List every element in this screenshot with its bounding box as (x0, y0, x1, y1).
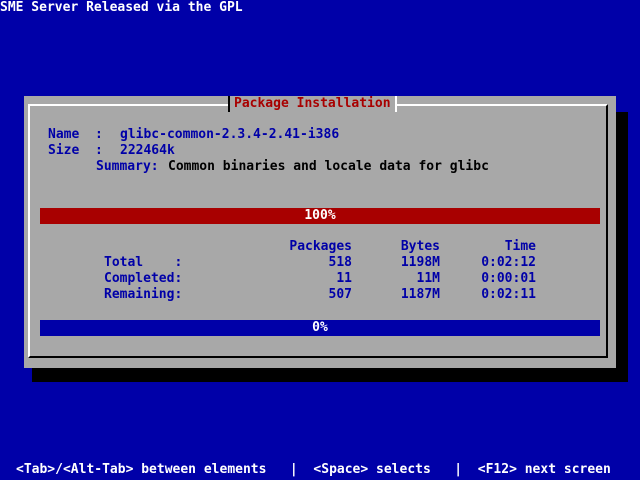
row-remaining-packages: 507 (328, 287, 352, 302)
row-total-bytes: 1198M (400, 255, 440, 270)
overall-progress-bar: 0% (40, 320, 600, 336)
row-remaining-bytes: 1187M (400, 287, 440, 302)
installer-screen: SME Server Released via the GPL Package … (0, 0, 640, 480)
row-total-time: 0:02:12 (481, 255, 536, 270)
row-remaining-label: Remaining: (104, 287, 183, 302)
row-completed-packages: 11 (336, 271, 352, 286)
row-completed-time: 0:00:01 (481, 271, 536, 286)
header-time: Time (504, 239, 536, 254)
package-installation-dialog: Package Installation Name : glibc-common… (24, 96, 616, 368)
name-label: Name : (48, 127, 103, 142)
overall-progress-label: 0% (312, 320, 328, 335)
summary-value: Common binaries and locale data for glib… (168, 159, 489, 174)
screen-title: SME Server Released via the GPL (0, 0, 243, 15)
package-progress-bar: 100% (40, 208, 600, 224)
keyboard-help-line: <Tab>/<Alt-Tab> between elements | <Spac… (16, 462, 611, 477)
row-total-packages: 518 (328, 255, 352, 270)
row-completed-bytes: 11M (416, 271, 440, 286)
dialog-title: Package Installation (228, 96, 397, 112)
name-value: glibc-common-2.3.4-2.41-i386 (120, 127, 340, 142)
summary-label: Summary: (96, 159, 159, 174)
package-progress-label: 100% (304, 208, 336, 223)
row-total-label: Total : (104, 255, 183, 270)
header-packages: Packages (289, 239, 352, 254)
row-remaining-time: 0:02:11 (481, 287, 536, 302)
header-bytes: Bytes (400, 239, 440, 254)
row-completed-label: Completed: (104, 271, 183, 286)
size-value: 222464k (120, 143, 175, 158)
size-label: Size : (48, 143, 103, 158)
